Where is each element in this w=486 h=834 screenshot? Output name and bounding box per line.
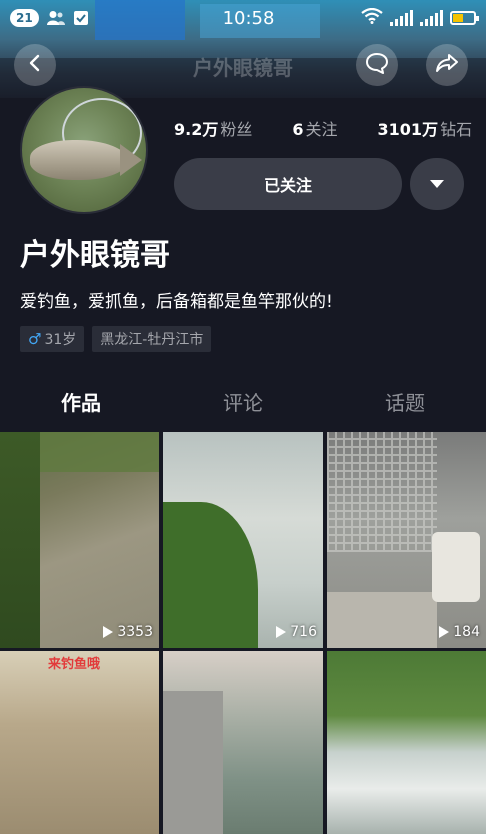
avatar[interactable] bbox=[20, 86, 148, 214]
tab-topics[interactable]: 话题 bbox=[324, 380, 486, 430]
notification-count-badge: 21 bbox=[10, 9, 39, 27]
profile-name: 户外眼镜哥 bbox=[20, 238, 170, 273]
signal-icon bbox=[420, 10, 443, 26]
video-grid: 3353 716 184 来钓鱼哦 bbox=[0, 432, 486, 834]
video-thumbnail[interactable] bbox=[327, 651, 486, 834]
stat-value: 9.2万 bbox=[174, 120, 219, 139]
play-count: 3353 bbox=[103, 624, 153, 640]
play-icon bbox=[276, 626, 287, 638]
stat-label: 关注 bbox=[305, 120, 338, 139]
profile-bio: 爱钓鱼，爱抓鱼，后备箱都是鱼竿那伙的! bbox=[20, 292, 333, 312]
share-arrow-icon bbox=[435, 52, 459, 78]
shield-check-icon bbox=[73, 10, 91, 26]
location-tag: 黑龙江-牡丹江市 bbox=[92, 326, 212, 352]
video-thumbnail[interactable] bbox=[163, 651, 323, 834]
video-overlay-text: 来钓鱼哦 bbox=[48, 657, 101, 672]
video-thumbnail[interactable]: 来钓鱼哦 bbox=[0, 651, 159, 834]
share-button[interactable] bbox=[426, 44, 468, 86]
video-thumbnail[interactable]: 184 bbox=[327, 432, 486, 648]
stat-diamonds[interactable]: 3101万 钻石 bbox=[378, 116, 473, 140]
play-count: 716 bbox=[276, 624, 317, 640]
battery-icon bbox=[450, 11, 479, 25]
gender-age-tag: ♂ 31岁 bbox=[20, 326, 85, 352]
more-options-button[interactable] bbox=[410, 158, 464, 210]
stat-value: 6 bbox=[292, 120, 304, 139]
chat-button[interactable] bbox=[356, 44, 398, 86]
male-icon: ♂ bbox=[28, 330, 42, 348]
stat-fans[interactable]: 9.2万 粉丝 bbox=[174, 116, 252, 140]
stat-value: 3101万 bbox=[377, 120, 439, 139]
play-icon bbox=[439, 626, 450, 638]
person-icon bbox=[46, 10, 65, 26]
tab-works[interactable]: 作品 bbox=[0, 380, 162, 430]
stat-label: 钻石 bbox=[440, 120, 473, 139]
wifi-icon bbox=[361, 7, 383, 28]
profile-stats: 9.2万 粉丝 6 关注 3101万 钻石 bbox=[174, 116, 472, 140]
stat-following[interactable]: 6 关注 bbox=[292, 116, 337, 140]
play-icon bbox=[103, 626, 114, 638]
chat-bubble-icon bbox=[365, 52, 389, 78]
status-time: 10:58 bbox=[222, 7, 275, 29]
chevron-down-icon bbox=[430, 180, 444, 188]
video-thumbnail[interactable]: 3353 bbox=[0, 432, 159, 648]
play-count: 184 bbox=[439, 624, 480, 640]
profile-tags: ♂ 31岁 黑龙江-牡丹江市 bbox=[20, 326, 212, 352]
signal-icon bbox=[390, 10, 413, 26]
nav-title: 户外眼镜哥 bbox=[193, 56, 293, 80]
age-label: 31岁 bbox=[44, 332, 77, 348]
stat-label: 粉丝 bbox=[220, 120, 253, 139]
followed-button[interactable]: 已关注 bbox=[174, 158, 402, 210]
status-bar: 21 10:58 bbox=[0, 0, 486, 36]
top-nav: 户外眼镜哥 bbox=[0, 44, 486, 88]
tab-comments[interactable]: 评论 bbox=[162, 380, 324, 430]
profile-tabs: 作品 评论 话题 bbox=[0, 380, 486, 430]
video-thumbnail[interactable]: 716 bbox=[163, 432, 323, 648]
